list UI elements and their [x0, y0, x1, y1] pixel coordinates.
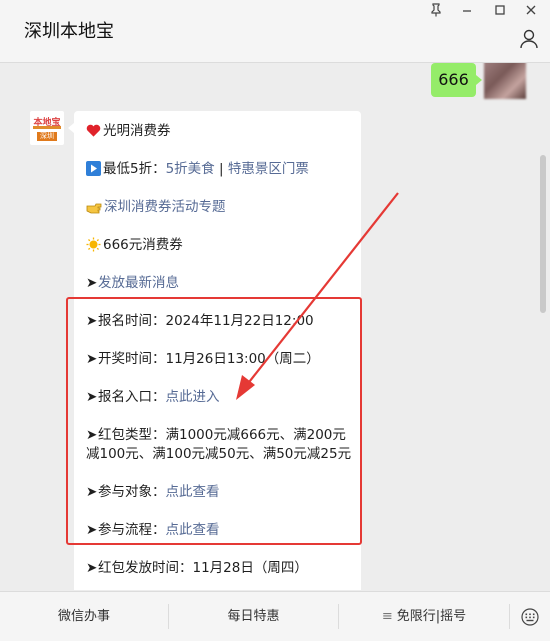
chat-title: 深圳本地宝 [24, 21, 114, 42]
separator: | [214, 161, 228, 177]
scenic-ticket-link[interactable]: 特惠景区门票 [228, 161, 309, 177]
latest-news-link[interactable]: 发放最新消息 [98, 275, 179, 291]
reply-text: 光明消费券 [103, 123, 171, 139]
arrow-icon: ➤ [86, 560, 98, 576]
close-icon[interactable] [520, 3, 542, 21]
menu-item-label: 免限行|摇号 [396, 609, 467, 624]
scrollbar-thumb[interactable] [540, 155, 546, 313]
arrow-icon: ➤ [86, 275, 98, 291]
chat-area: 666 本地宝 深圳 光明消费券 最低5折：5折美食 | 特惠景区门票 深圳消费… [0, 63, 550, 590]
voucher-topic-link[interactable]: 深圳消费券活动专题 [104, 199, 226, 215]
menu-item-plate-lottery[interactable]: ≡ 免限行|摇号 [339, 592, 509, 641]
reply-text: 666元消费券 [103, 237, 183, 253]
pointing-hand-icon [86, 200, 102, 220]
minimize-icon[interactable] [456, 3, 478, 21]
food-discount-link[interactable]: 5折美食 [166, 161, 215, 177]
logo-stripe [33, 126, 61, 129]
payout-time-text: 红包发放时间：11月28日（周四） [98, 560, 308, 576]
menu-item-wechat-service[interactable]: 微信办事 [0, 592, 168, 641]
reply-line: 666元消费券 [86, 235, 183, 258]
title-bar: 深圳本地宝 [0, 0, 550, 63]
sun-icon [86, 237, 101, 258]
profile-icon[interactable] [518, 28, 544, 54]
pin-icon[interactable] [425, 3, 447, 21]
maximize-icon[interactable] [489, 3, 511, 21]
keyboard-icon[interactable] [510, 592, 550, 641]
reply-line: 深圳消费券活动专题 [86, 197, 226, 220]
reply-text: 最低5折： [103, 161, 166, 177]
reply-line: 光明消费券 [86, 121, 171, 144]
highlight-box [66, 297, 362, 545]
reply-line: 最低5折：5折美食 | 特惠景区门票 [86, 159, 309, 182]
reply-line: ➤红包发放时间：11月28日（周四） [86, 558, 308, 578]
my-avatar[interactable] [484, 63, 526, 99]
account-avatar[interactable]: 本地宝 深圳 [30, 111, 64, 145]
play-icon [86, 161, 101, 182]
menu-list-icon: ≡ [381, 609, 393, 624]
bottom-menu: 微信办事 每日特惠 ≡ 免限行|摇号 [0, 591, 550, 641]
logo-badge: 深圳 [37, 132, 57, 141]
heart-icon [86, 124, 101, 144]
reply-line: ➤发放最新消息 [86, 273, 179, 293]
menu-item-daily-deals[interactable]: 每日特惠 [169, 592, 338, 641]
my-message-bubble[interactable]: 666 [431, 63, 482, 97]
